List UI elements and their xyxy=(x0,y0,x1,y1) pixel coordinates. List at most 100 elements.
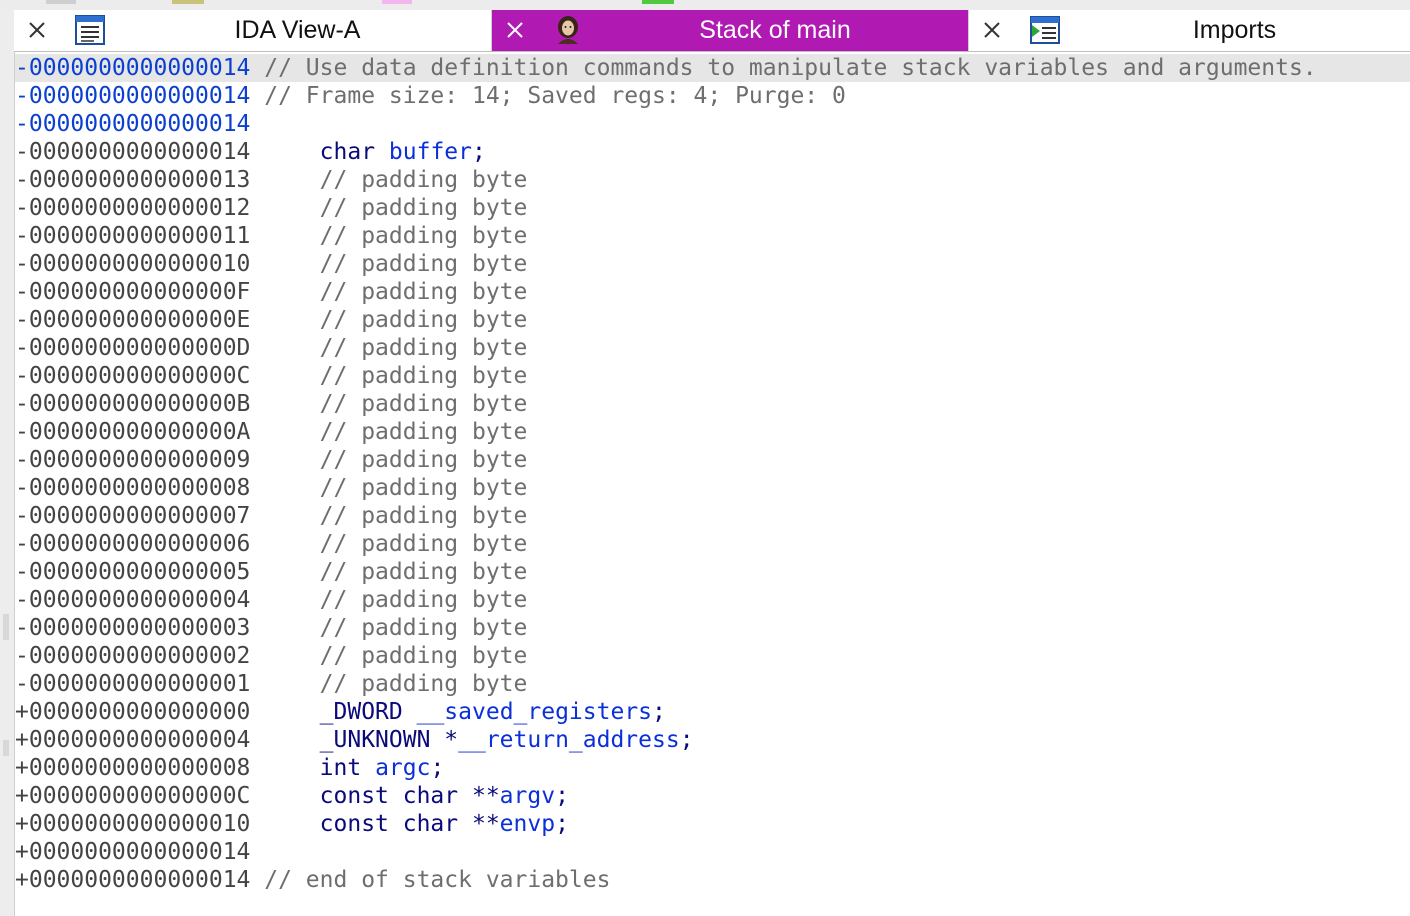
listing-line[interactable]: -000000000000000E // padding byte xyxy=(15,306,1410,334)
variable-name[interactable]: envp xyxy=(500,811,555,837)
stack-offset: -0000000000000013 xyxy=(15,167,251,193)
listing-line[interactable]: +0000000000000010 const char **envp; xyxy=(15,810,1410,838)
stack-offset: +0000000000000014 xyxy=(15,839,251,865)
variable-name[interactable]: buffer xyxy=(389,139,472,165)
tab-label: Imports xyxy=(1192,16,1277,44)
tab-bar: IDA View-A Stack of main Imports xyxy=(14,10,1410,52)
stack-offset: -0000000000000014 xyxy=(15,139,251,165)
comment-text: // padding byte xyxy=(319,643,528,669)
stack-offset: -0000000000000002 xyxy=(15,643,251,669)
stack-offset: -0000000000000014 xyxy=(15,83,251,109)
listing-line[interactable]: -0000000000000011 // padding byte xyxy=(15,222,1410,250)
stack-offset: +0000000000000008 xyxy=(15,755,251,781)
stack-offset: -000000000000000E xyxy=(15,307,251,333)
tab-imports[interactable]: Imports xyxy=(968,10,1410,51)
variable-name[interactable]: argv xyxy=(500,783,555,809)
listing-line[interactable]: +0000000000000000 _DWORD __saved_registe… xyxy=(15,698,1410,726)
listing-line[interactable]: +0000000000000008 int argc; xyxy=(15,754,1410,782)
stack-offset: -0000000000000012 xyxy=(15,195,251,221)
comment-text: // padding byte xyxy=(319,447,528,473)
left-dock-gutter xyxy=(0,10,15,916)
listing-line[interactable]: -0000000000000014 // Use data definition… xyxy=(15,54,1410,82)
listing-line[interactable]: -000000000000000A // padding byte xyxy=(15,418,1410,446)
stack-frame-listing[interactable]: -0000000000000014 // Use data definition… xyxy=(15,54,1410,916)
close-icon[interactable] xyxy=(504,19,526,41)
listing-line[interactable]: -0000000000000009 // padding byte xyxy=(15,446,1410,474)
variable-name[interactable]: argc xyxy=(375,755,430,781)
listing-line[interactable]: -0000000000000010 // padding byte xyxy=(15,250,1410,278)
comment-text: // padding byte xyxy=(319,251,528,277)
listing-view-icon xyxy=(75,15,105,45)
listing-line[interactable]: +0000000000000014 xyxy=(15,838,1410,866)
stack-offset: -000000000000000B xyxy=(15,391,251,417)
listing-line[interactable]: +000000000000000C const char **argv; xyxy=(15,782,1410,810)
tab-ida-view-a[interactable]: IDA View-A xyxy=(14,10,492,51)
comment-text: // padding byte xyxy=(319,419,528,445)
variable-name[interactable]: __saved_registers xyxy=(417,699,652,725)
toolbar-chip xyxy=(172,0,204,4)
close-icon[interactable] xyxy=(26,19,48,41)
comment-text: // padding byte xyxy=(319,615,528,641)
comment-text: // padding byte xyxy=(319,363,528,389)
comment-text: // padding byte xyxy=(319,587,528,613)
statement-terminator: ; xyxy=(555,811,569,837)
comment-text: // padding byte xyxy=(319,559,528,585)
close-icon[interactable] xyxy=(981,19,1003,41)
statement-terminator: ; xyxy=(679,727,694,753)
listing-line[interactable]: -0000000000000013 // padding byte xyxy=(15,166,1410,194)
comment-text: // padding byte xyxy=(319,475,528,501)
listing-line[interactable]: -000000000000000B // padding byte xyxy=(15,390,1410,418)
listing-line[interactable]: -000000000000000D // padding byte xyxy=(15,334,1410,362)
listing-line[interactable]: -0000000000000014 // Frame size: 14; Sav… xyxy=(15,82,1410,110)
variable-type: const char ** xyxy=(319,783,500,809)
stack-offset: -000000000000000C xyxy=(15,363,251,389)
stack-offset: -0000000000000005 xyxy=(15,559,251,585)
comment-text: // padding byte xyxy=(319,531,528,557)
comment-text: // padding byte xyxy=(319,279,528,305)
listing-line[interactable]: -0000000000000004 // padding byte xyxy=(15,586,1410,614)
gutter-marker xyxy=(3,740,9,756)
variable-name[interactable]: __return_address xyxy=(458,727,680,753)
comment-text: // padding byte xyxy=(319,223,528,249)
variable-type: const char ** xyxy=(319,811,500,837)
listing-line[interactable]: -0000000000000014 char buffer; xyxy=(15,138,1410,166)
stack-offset: -0000000000000010 xyxy=(15,251,251,277)
statement-terminator: ; xyxy=(430,755,445,781)
listing-line[interactable]: -0000000000000001 // padding byte xyxy=(15,670,1410,698)
stack-offset: -0000000000000009 xyxy=(15,447,251,473)
statement-terminator: ; xyxy=(472,139,486,165)
stack-offset: -0000000000000001 xyxy=(15,671,251,697)
stack-offset: +0000000000000010 xyxy=(15,811,251,837)
comment-text: // end of stack variables xyxy=(264,867,611,893)
listing-line[interactable]: -0000000000000003 // padding byte xyxy=(15,614,1410,642)
listing-line[interactable]: -0000000000000005 // padding byte xyxy=(15,558,1410,586)
tab-stack-of-main[interactable]: Stack of main xyxy=(492,10,968,51)
stack-offset: -0000000000000011 xyxy=(15,223,251,249)
listing-line[interactable]: -0000000000000012 // padding byte xyxy=(15,194,1410,222)
comment-text: // padding byte xyxy=(319,503,528,529)
stack-offset: -0000000000000014 xyxy=(15,111,251,137)
variable-type: int xyxy=(319,755,362,781)
comment-text: // padding byte xyxy=(319,167,528,193)
toolbar-chip xyxy=(46,0,76,4)
toolbar-chip xyxy=(642,0,674,4)
tab-label: Stack of main xyxy=(699,16,851,44)
statement-terminator: ; xyxy=(555,783,569,809)
comment-text: // padding byte xyxy=(319,335,528,361)
comment-text: // padding byte xyxy=(319,195,528,221)
listing-line[interactable]: -0000000000000008 // padding byte xyxy=(15,474,1410,502)
listing-line[interactable]: -000000000000000C // padding byte xyxy=(15,362,1410,390)
imports-table-icon xyxy=(1030,16,1060,44)
listing-line[interactable]: -000000000000000F // padding byte xyxy=(15,278,1410,306)
stack-offset: +0000000000000000 xyxy=(15,699,251,725)
stack-offset: -000000000000000D xyxy=(15,335,251,361)
stack-offset: +000000000000000C xyxy=(15,783,251,809)
listing-line[interactable]: -0000000000000002 // padding byte xyxy=(15,642,1410,670)
stack-offset: +0000000000000014 xyxy=(15,867,251,893)
listing-line[interactable]: -0000000000000014 xyxy=(15,110,1410,138)
listing-line[interactable]: +0000000000000014 // end of stack variab… xyxy=(15,866,1410,894)
portrait-icon xyxy=(558,16,578,44)
listing-line[interactable]: +0000000000000004 _UNKNOWN *__return_add… xyxy=(15,726,1410,754)
listing-line[interactable]: -0000000000000006 // padding byte xyxy=(15,530,1410,558)
listing-line[interactable]: -0000000000000007 // padding byte xyxy=(15,502,1410,530)
